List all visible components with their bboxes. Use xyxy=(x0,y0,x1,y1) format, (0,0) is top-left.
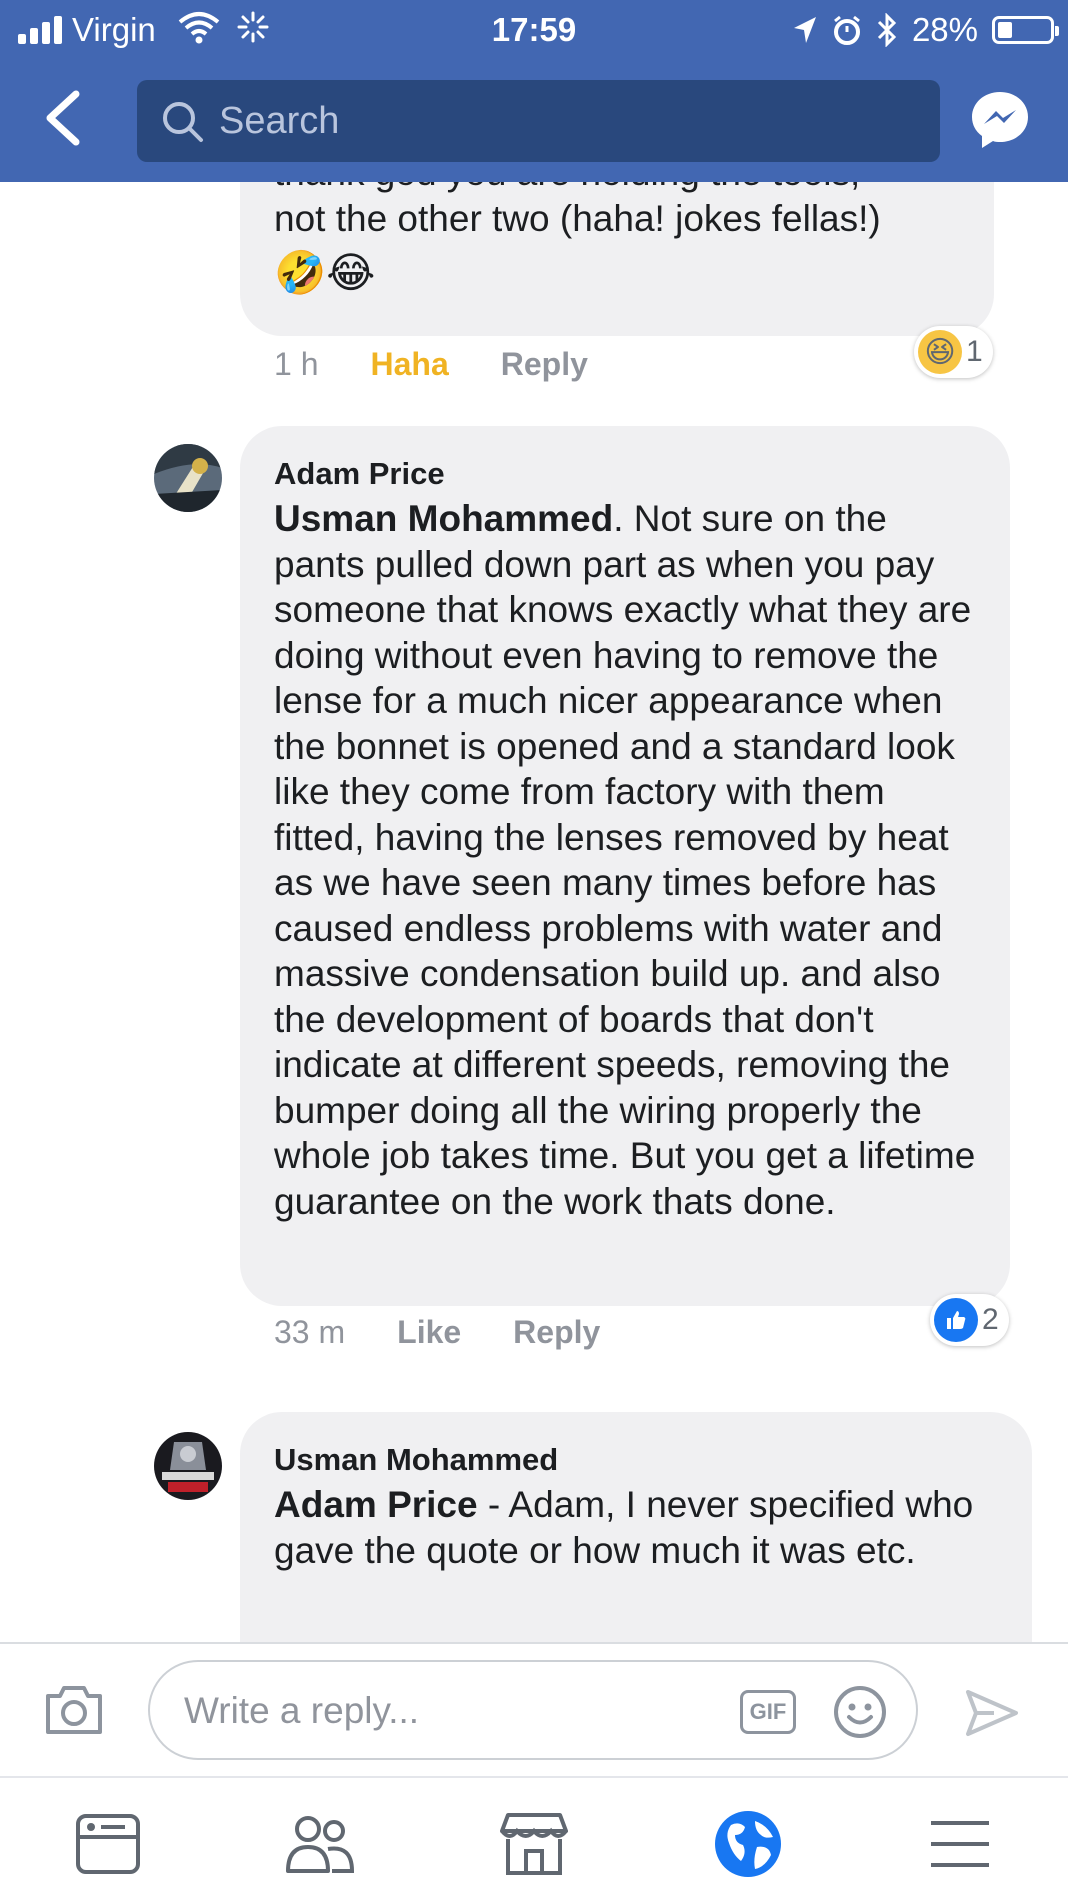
battery-percent: 28% xyxy=(911,11,978,48)
search-input[interactable]: Search xyxy=(137,80,940,162)
top-header: Virgin 17:59 28% Search xyxy=(0,0,1068,182)
like-reaction-icon xyxy=(934,1298,978,1342)
camera-icon[interactable] xyxy=(44,1684,104,1736)
bottom-tab-bar xyxy=(0,1776,1068,1900)
status-bar: Virgin 17:59 28% xyxy=(0,0,1068,60)
comment-actions: 33 m Like Reply xyxy=(274,1314,600,1351)
back-arrow-icon[interactable] xyxy=(40,88,84,148)
comment-bubble[interactable]: Adam Price Usman Mohammed. Not sure on t… xyxy=(240,426,1010,1306)
reply-composer: Write a reply... GIF xyxy=(0,1642,1068,1776)
sticker-smiley-icon[interactable] xyxy=(832,1684,888,1740)
search-placeholder: Search xyxy=(219,100,340,142)
comment-timestamp: 33 m xyxy=(274,1314,346,1350)
reaction-count: 1 xyxy=(966,335,983,368)
news-feed-icon[interactable] xyxy=(72,1808,144,1880)
location-arrow-icon xyxy=(793,17,816,43)
haha-reaction-button[interactable]: Haha xyxy=(370,346,448,383)
friends-icon[interactable] xyxy=(284,1808,356,1880)
bluetooth-icon xyxy=(877,13,897,47)
comment-actions: 1 h Haha Reply xyxy=(274,346,588,383)
avatar[interactable] xyxy=(154,444,222,512)
reaction-count: 2 xyxy=(982,1303,999,1336)
notifications-globe-icon[interactable] xyxy=(712,1808,784,1880)
like-button[interactable]: Like xyxy=(397,1314,461,1351)
comment-thread: thank god you are holding the tools, not… xyxy=(0,182,1068,1642)
gif-button[interactable]: GIF xyxy=(740,1690,796,1734)
reply-button[interactable]: Reply xyxy=(501,346,588,383)
reaction-summary[interactable]: 2 xyxy=(930,1294,1009,1346)
haha-reaction-icon: 😆 xyxy=(918,330,962,374)
comment-body: Adam Price - Adam, I never specified who… xyxy=(274,1482,998,1573)
reply-button[interactable]: Reply xyxy=(513,1314,600,1351)
mention-link[interactable]: Usman Mohammed xyxy=(274,498,613,539)
comment-author[interactable]: Adam Price xyxy=(274,454,976,494)
comment-bubble[interactable]: thank god you are holding the tools, not… xyxy=(240,182,994,336)
reaction-summary[interactable]: 😆 1 xyxy=(914,326,993,378)
comment-text: thank god you are holding the tools, not… xyxy=(274,182,881,239)
avatar[interactable] xyxy=(154,1432,222,1500)
comment-timestamp: 1 h xyxy=(274,346,319,382)
comment-body: Usman Mohammed. Not sure on the pants pu… xyxy=(274,496,976,1224)
comment-author[interactable]: Usman Mohammed xyxy=(274,1440,998,1480)
search-icon xyxy=(161,100,205,144)
reply-placeholder: Write a reply... xyxy=(184,1690,420,1731)
comment-bubble[interactable]: Usman Mohammed Adam Price - Adam, I neve… xyxy=(240,1412,1032,1642)
status-right-group: 28% xyxy=(792,10,1059,50)
reply-input[interactable]: Write a reply... GIF xyxy=(148,1660,918,1760)
marketplace-icon[interactable] xyxy=(498,1808,570,1880)
battery-fill xyxy=(998,22,1012,38)
menu-icon[interactable] xyxy=(924,1808,996,1880)
battery-icon xyxy=(992,16,1059,44)
mention-link[interactable]: Adam Price xyxy=(274,1484,478,1525)
send-icon[interactable] xyxy=(964,1688,1020,1738)
comment-text: . Not sure on the pants pulled down part… xyxy=(274,498,976,1222)
messenger-icon[interactable] xyxy=(968,88,1032,152)
alarm-icon xyxy=(833,15,860,45)
comment-emojis: 🤣😂 xyxy=(274,249,376,296)
